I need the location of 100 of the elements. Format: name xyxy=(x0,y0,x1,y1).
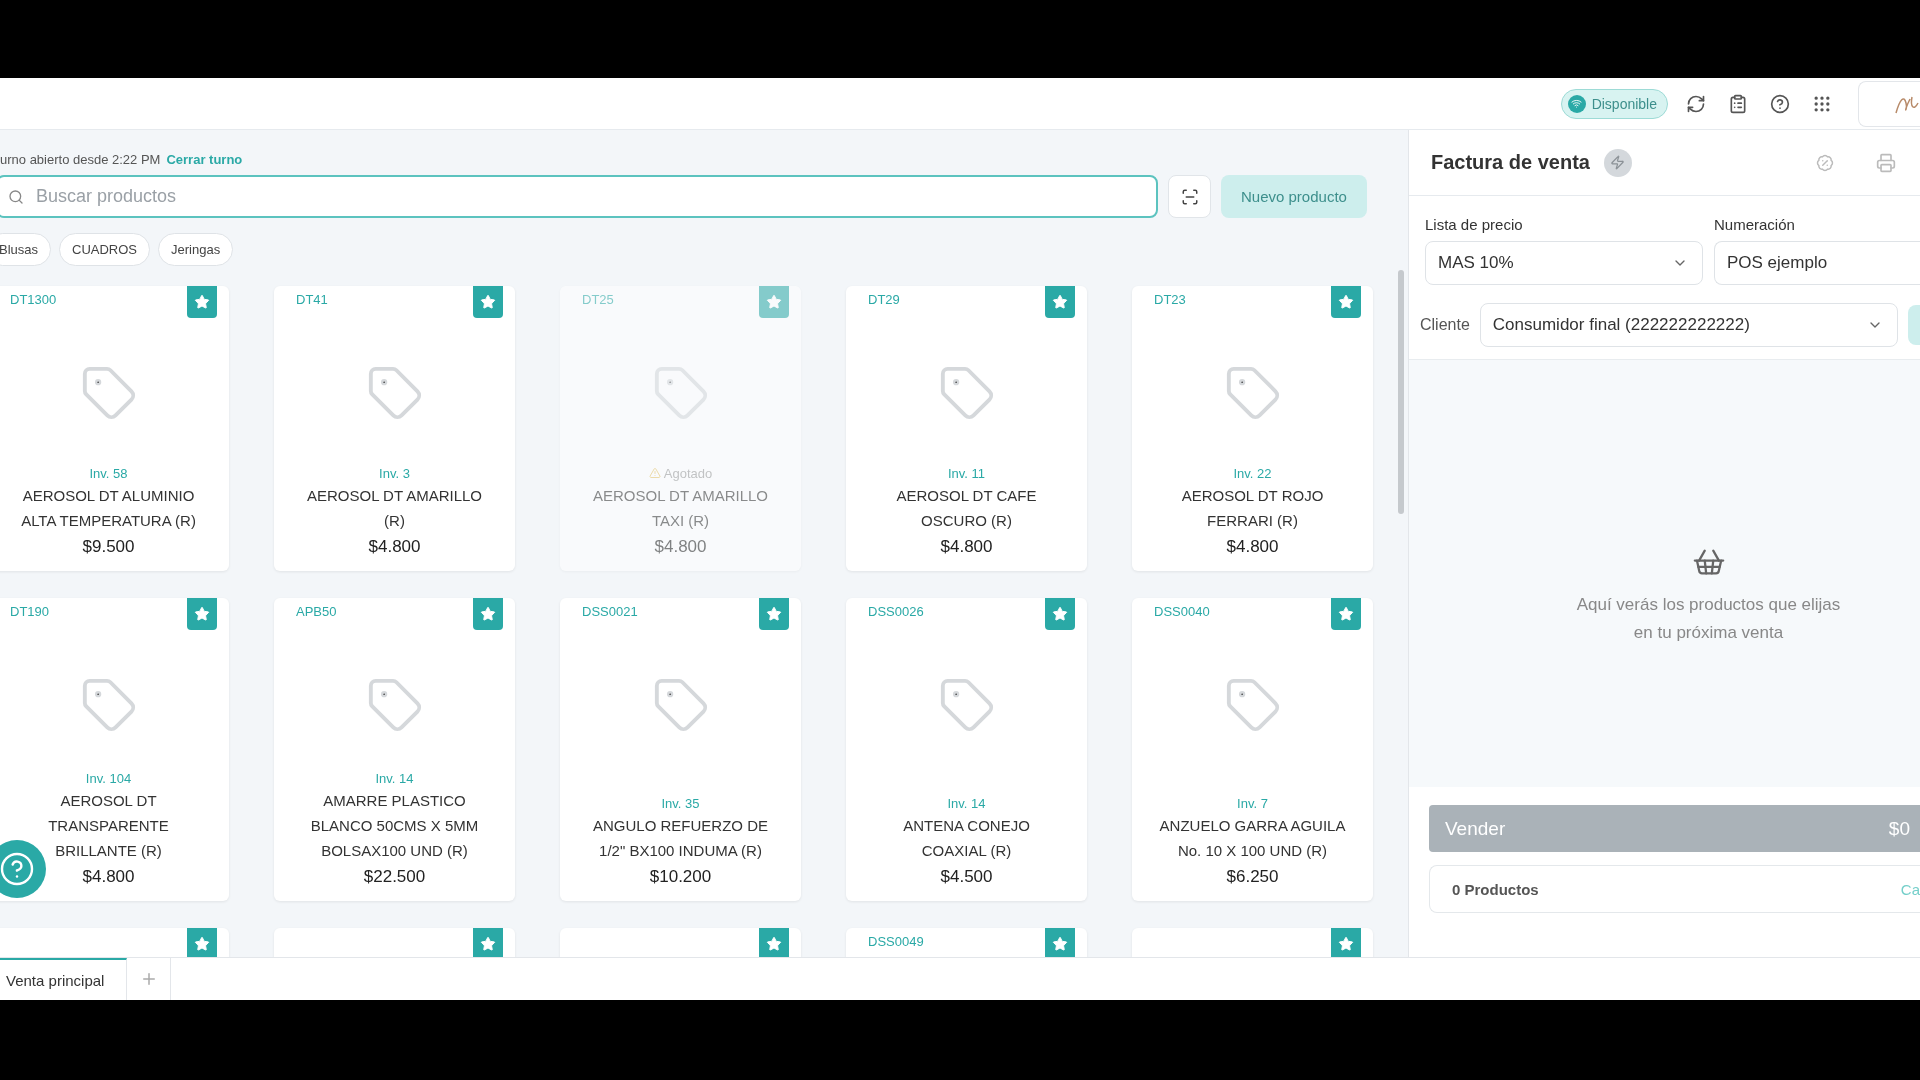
product-card[interactable]: DSS0021 Inv. 35 ANGULO REFUERZO DE 1/2" BX100 INDUMA (R) $10.200 xyxy=(560,598,801,901)
product-price: $4.800 xyxy=(1226,537,1279,557)
product-name: AMARRE PLASTICO BLANCO 50CMS X 5MM BOLSAX100 UND (R) xyxy=(309,791,480,861)
product-price: $4.800 xyxy=(368,537,421,557)
bolt-icon[interactable] xyxy=(1603,148,1632,177)
out-of-stock-label: Agotado xyxy=(648,463,713,483)
product-name: AEROSOL DT TRANSPARENTE BRILLANTE (R) xyxy=(47,791,170,861)
product-price: $4.800 xyxy=(654,537,707,557)
search-icon xyxy=(8,188,24,205)
product-card[interactable]: DSS0026 Inv. 14 ANTENA CONEJO COAXIAL (R) $4.500 xyxy=(846,598,1087,901)
product-card[interactable]: DSS0040 Inv. 7 ANZUELO GARRA AGUILA No. 10 X 100 UND (R) $6.250 xyxy=(1132,598,1373,901)
star-icon xyxy=(194,606,210,622)
stock-count: Inv. 7 xyxy=(1237,794,1268,813)
scrollbar-thumb[interactable] xyxy=(1398,270,1404,514)
star-icon xyxy=(194,936,210,952)
product-name: ANZUELO GARRA AGUILA No. 10 X 100 UND (R) xyxy=(1158,816,1347,861)
favorite-button[interactable] xyxy=(473,928,503,957)
favorite-button[interactable] xyxy=(1331,928,1361,957)
favorite-button[interactable] xyxy=(1045,286,1075,318)
product-name: AEROSOL DT AMARILLO (R) xyxy=(305,486,484,531)
favorite-button[interactable] xyxy=(759,598,789,630)
favorite-button[interactable] xyxy=(473,598,503,630)
category-chip[interactable]: CUADROS xyxy=(59,233,151,266)
warning-icon xyxy=(648,467,661,479)
product-card[interactable]: APB50 Inv. 14 AMARRE PLASTICO BLANCO 50CMS X 5MM BOLSAX100 UND (R) $22.500 xyxy=(274,598,515,901)
field-label: Lista de precio xyxy=(1425,216,1524,233)
product-code: DT23 xyxy=(1154,292,1186,307)
star-icon xyxy=(766,294,782,310)
search-field[interactable]: Buscar productos xyxy=(0,175,1158,218)
star-icon xyxy=(194,294,210,310)
product-card[interactable]: DT190 Inv. 104 AEROSOL DT TRANSPARENTE BRILLANTE (R) $4.800 xyxy=(0,598,229,901)
product-price: $6.250 xyxy=(1226,867,1279,887)
star-icon xyxy=(1052,294,1068,310)
sell-total: $0 xyxy=(1888,817,1910,840)
product-code: DT41 xyxy=(296,292,328,307)
category-chip[interactable]: Blusas xyxy=(0,233,52,266)
star-icon xyxy=(480,294,496,310)
star-icon xyxy=(1338,294,1354,310)
favorite-button[interactable] xyxy=(759,928,789,957)
product-code: DSS0021 xyxy=(582,604,638,619)
client-select[interactable]: Consumidor final (222222222222) xyxy=(1479,303,1898,347)
stock-count: Inv. 104 xyxy=(85,769,132,788)
favorite-button[interactable] xyxy=(187,928,217,957)
product-name: AEROSOL DT ALUMINIO ALTA TEMPERATURA (R) xyxy=(20,486,197,531)
numbering-select[interactable]: POS ejemplo xyxy=(1714,241,1920,285)
product-code: DT29 xyxy=(868,292,900,307)
product-card[interactable]: DT29 Inv. 11 AEROSOL DT CAFE OSCURO (R) $4.800 xyxy=(846,286,1087,571)
product-price: $4.800 xyxy=(82,867,135,887)
field-label: Numeración xyxy=(1714,216,1796,233)
invoice-title: Factura de venta xyxy=(1431,151,1590,174)
product-card[interactable]: DT41 Inv. 3 AEROSOL DT AMARILLO (R) $4.800 xyxy=(274,286,515,571)
favorite-button[interactable] xyxy=(759,286,789,318)
scan-icon xyxy=(1180,187,1199,206)
product-code: DT190 xyxy=(10,604,50,619)
stock-count: Inv. 14 xyxy=(375,769,414,788)
star-icon xyxy=(480,936,496,952)
empty-cart-message: Aquí verás los productos que elijas en tu próxima venta xyxy=(1575,594,1842,644)
favorite-button[interactable] xyxy=(1331,286,1361,318)
product-card[interactable]: DT1300 Inv. 58 AEROSOL DT ALUMINIO ALTA TEMPERATURA (R) $9.500 xyxy=(0,286,229,571)
scan-button[interactable] xyxy=(1168,175,1211,218)
star-icon xyxy=(1338,936,1354,952)
company-logo[interactable] xyxy=(1858,80,1920,127)
stock-count: Inv. 35 xyxy=(661,794,700,813)
favorite-button[interactable] xyxy=(1045,598,1075,630)
star-icon xyxy=(1052,936,1068,952)
product-name: AEROSOL DT ROJO FERRARI (R) xyxy=(1180,486,1325,531)
product-name: AEROSOL DT AMARILLO TAXI (R) xyxy=(591,486,770,531)
product-card[interactable]: DT23 Inv. 22 AEROSOL DT ROJO FERRARI (R) $4.800 xyxy=(1132,286,1373,571)
client-label: Cliente xyxy=(1420,316,1470,334)
favorite-button[interactable] xyxy=(187,598,217,630)
search-input[interactable]: Buscar productos xyxy=(34,185,1156,208)
product-name: AEROSOL DT CAFE OSCURO (R) xyxy=(895,486,1038,531)
product-card[interactable]: DT25 Agotado AEROSOL DT AMARILLO TAXI (R) $4.800 xyxy=(560,286,801,571)
shift-status-text: urno abierto desde 2:22 PM xyxy=(0,152,161,167)
category-chip[interactable]: Jeringas xyxy=(158,233,234,266)
product-price: $9.500 xyxy=(82,537,135,557)
stock-count: Inv. 11 xyxy=(947,464,986,483)
product-price: $4.500 xyxy=(940,867,993,887)
wifi-icon xyxy=(1567,94,1586,113)
product-code: DT25 xyxy=(582,292,614,307)
product-code: DSS0049 xyxy=(868,934,924,949)
product-price: $22.500 xyxy=(363,867,426,887)
favorite-button[interactable] xyxy=(1045,928,1075,957)
favorite-button[interactable] xyxy=(473,286,503,318)
product-name: ANGULO REFUERZO DE 1/2" BX100 INDUMA (R) xyxy=(592,816,769,861)
product-code: DT1300 xyxy=(10,292,57,307)
star-icon xyxy=(480,606,496,622)
star-icon xyxy=(766,606,782,622)
star-icon xyxy=(766,936,782,952)
stock-count: Inv. 22 xyxy=(1233,464,1272,483)
stock-count: Inv. 14 xyxy=(947,794,986,813)
stock-count: Inv. 3 xyxy=(379,464,410,483)
sell-label: Vender xyxy=(1445,817,1506,840)
price-list-select[interactable]: MAS 10% xyxy=(1425,241,1703,285)
product-name: ANTENA CONEJO COAXIAL (R) xyxy=(902,816,1031,861)
product-price: $10.200 xyxy=(649,867,712,887)
product-code: APB50 xyxy=(296,604,337,619)
favorite-button[interactable] xyxy=(187,286,217,318)
favorite-button[interactable] xyxy=(1331,598,1361,630)
sale-tab[interactable]: Venta principal xyxy=(0,958,128,1000)
